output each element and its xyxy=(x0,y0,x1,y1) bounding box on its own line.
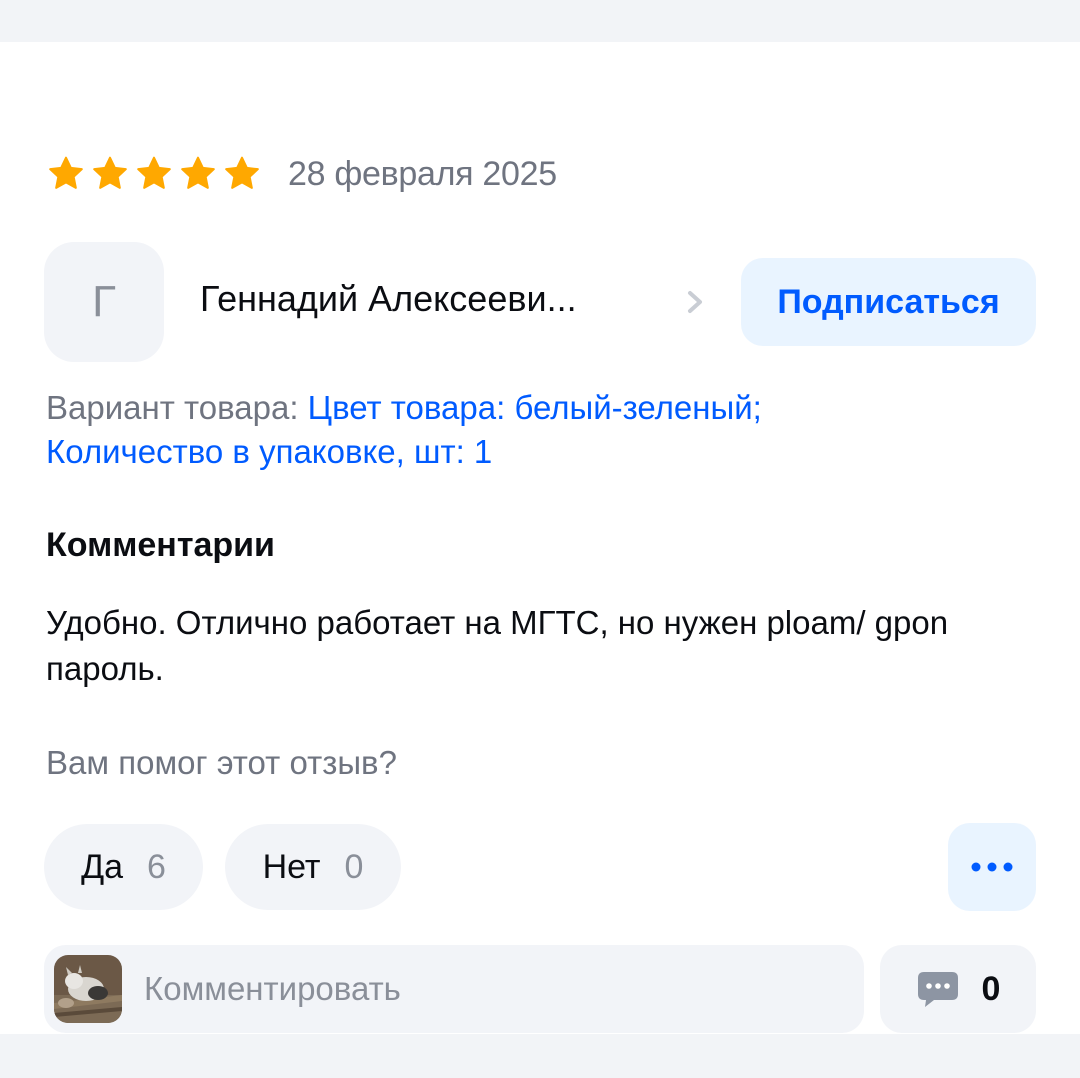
vote-no-count: 0 xyxy=(344,847,364,886)
variant-label: Вариант товара: xyxy=(46,389,299,426)
star-icon xyxy=(181,156,215,189)
variant-value-line2: Количество в упаковке, шт: 1 xyxy=(46,433,493,470)
star-icon xyxy=(49,156,83,189)
comment-count: 0 xyxy=(981,969,1001,1008)
comment-placeholder: Комментировать xyxy=(144,970,401,1007)
star-icon xyxy=(225,156,259,189)
comments-count-button[interactable]: 0 xyxy=(880,945,1036,1033)
rating-stars xyxy=(46,154,262,194)
chevron-right-icon[interactable] xyxy=(684,288,706,316)
vote-no-label: Нет xyxy=(262,847,321,886)
more-dots-icon xyxy=(971,862,1013,872)
more-button[interactable] xyxy=(948,823,1036,911)
variant-value-line1: Цвет товара: белый-зеленый; xyxy=(307,389,762,426)
subscribe-label: Подписаться xyxy=(777,282,1000,321)
star-icon xyxy=(93,156,127,189)
star-icon xyxy=(137,156,171,189)
product-variant: Вариант товара: Цвет товара: белый-зелен… xyxy=(46,386,1006,474)
vote-yes-button[interactable]: Да 6 xyxy=(44,824,203,910)
author-initial: Г xyxy=(92,277,116,326)
review-comment-text: Удобно. Отлично работает на МГТС, но нуж… xyxy=(46,604,949,687)
review-date: 28 февраля 2025 xyxy=(288,154,557,193)
helpful-question: Вам помог этот отзыв? xyxy=(46,744,397,781)
comment-bubble-icon xyxy=(917,972,958,1007)
rating-row: 28 февраля 2025 xyxy=(46,152,557,196)
comment-input[interactable]: Комментировать xyxy=(44,945,864,1033)
comments-heading: Комментарии xyxy=(46,526,275,564)
vote-yes-count: 6 xyxy=(147,847,166,886)
author-avatar[interactable]: Г xyxy=(44,242,164,362)
user-avatar xyxy=(54,955,122,1023)
author-row[interactable]: Г Геннадий Алексееви... Подписаться xyxy=(44,242,1036,362)
vote-yes-label: Да xyxy=(81,847,123,886)
author-name[interactable]: Геннадий Алексееви... xyxy=(200,278,577,320)
subscribe-button[interactable]: Подписаться xyxy=(741,258,1036,346)
vote-no-button[interactable]: Нет 0 xyxy=(225,824,401,910)
review-card: 28 февраля 2025 Г Геннадий Алексееви... … xyxy=(0,42,1080,1034)
